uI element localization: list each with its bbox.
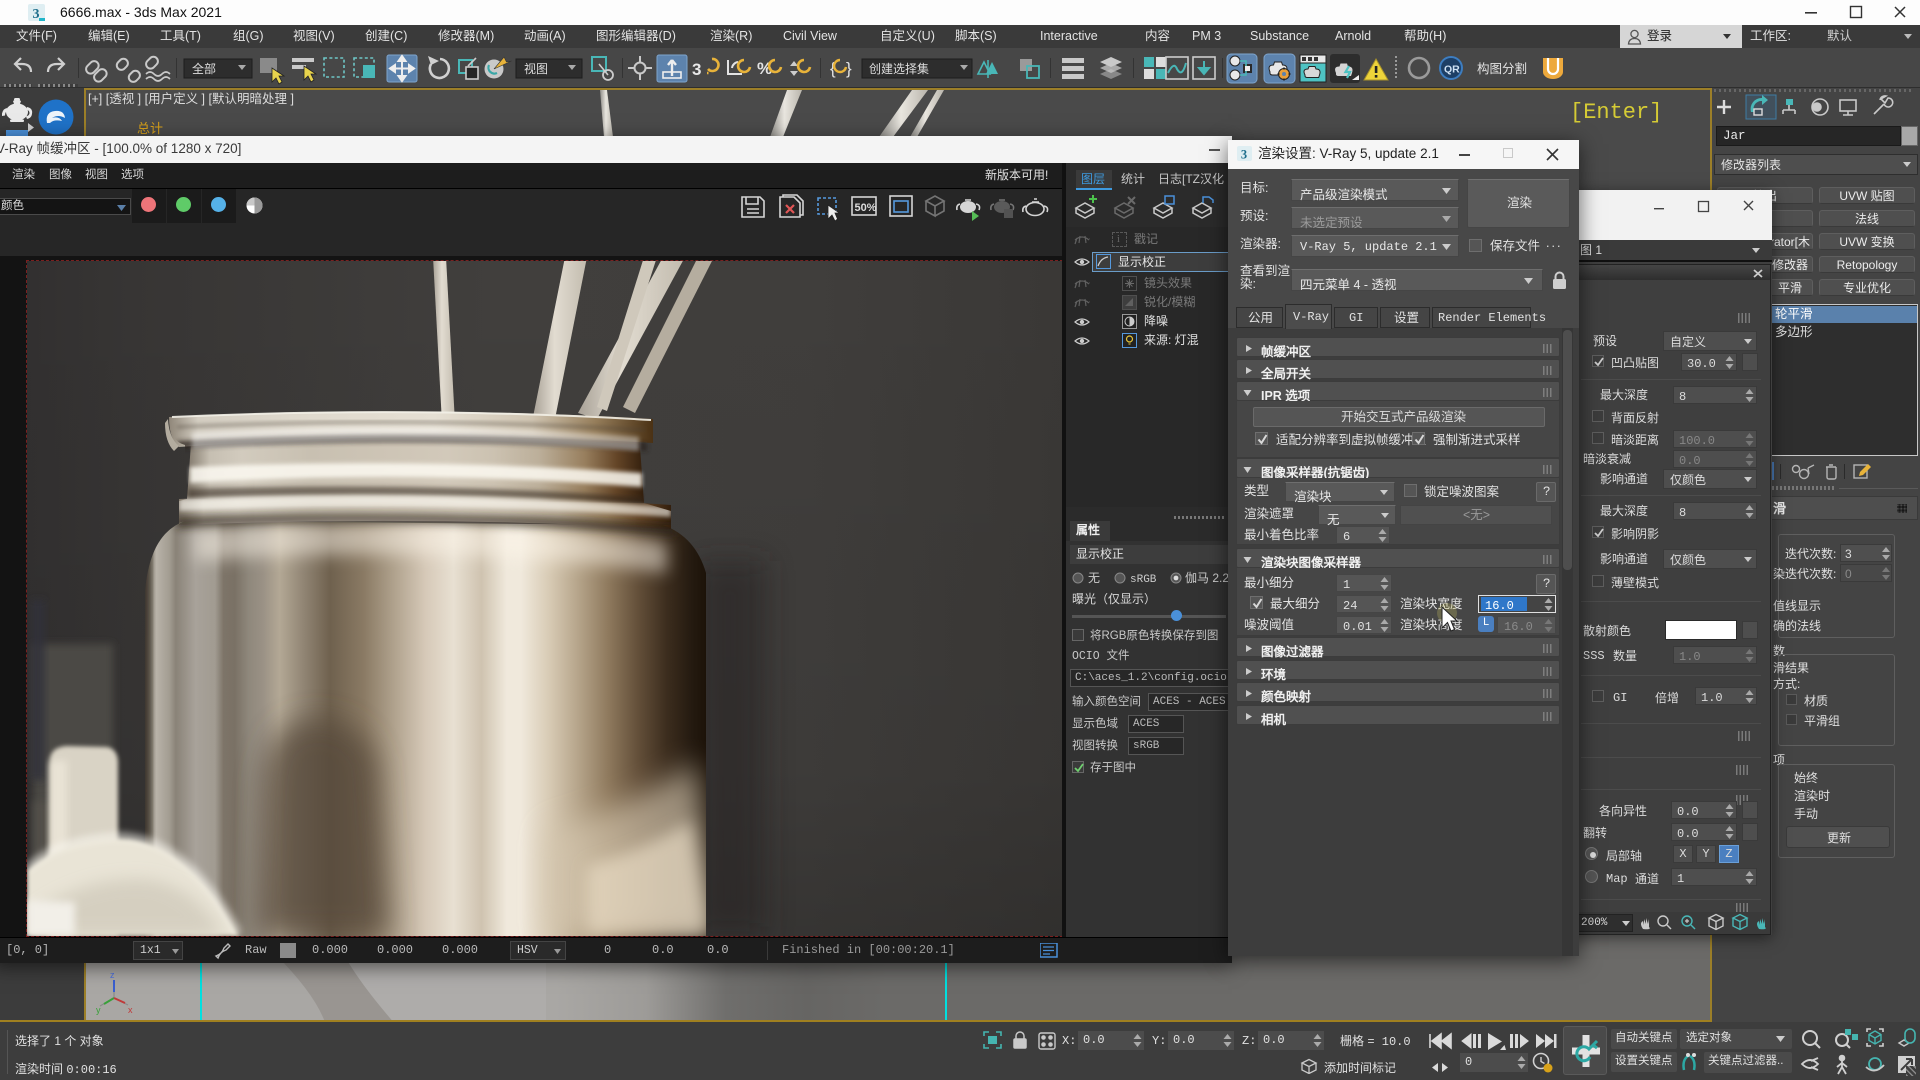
- svg-text:sRGB: sRGB: [1130, 574, 1157, 585]
- svg-text:y: y: [96, 1005, 101, 1015]
- svg-text:50%: 50%: [855, 202, 877, 214]
- svg-text:z: z: [110, 970, 115, 980]
- svg-text:构图分割: 构图分割: [1477, 61, 1527, 76]
- svg-text:创建选择集: 创建选择集: [869, 61, 929, 76]
- svg-text:伽马 2.2: 伽马 2.2: [1185, 571, 1229, 585]
- svg-text:视图: 视图: [524, 61, 548, 76]
- svg-text:QR: QR: [1444, 64, 1460, 76]
- svg-text:}: }: [846, 59, 852, 78]
- svg-text:x: x: [128, 1005, 133, 1015]
- svg-text:3: 3: [33, 7, 40, 22]
- svg-text:无: 无: [1088, 571, 1100, 585]
- svg-text:3: 3: [692, 60, 701, 79]
- svg-text:3: 3: [1241, 148, 1247, 162]
- svg-text:全部: 全部: [192, 61, 216, 76]
